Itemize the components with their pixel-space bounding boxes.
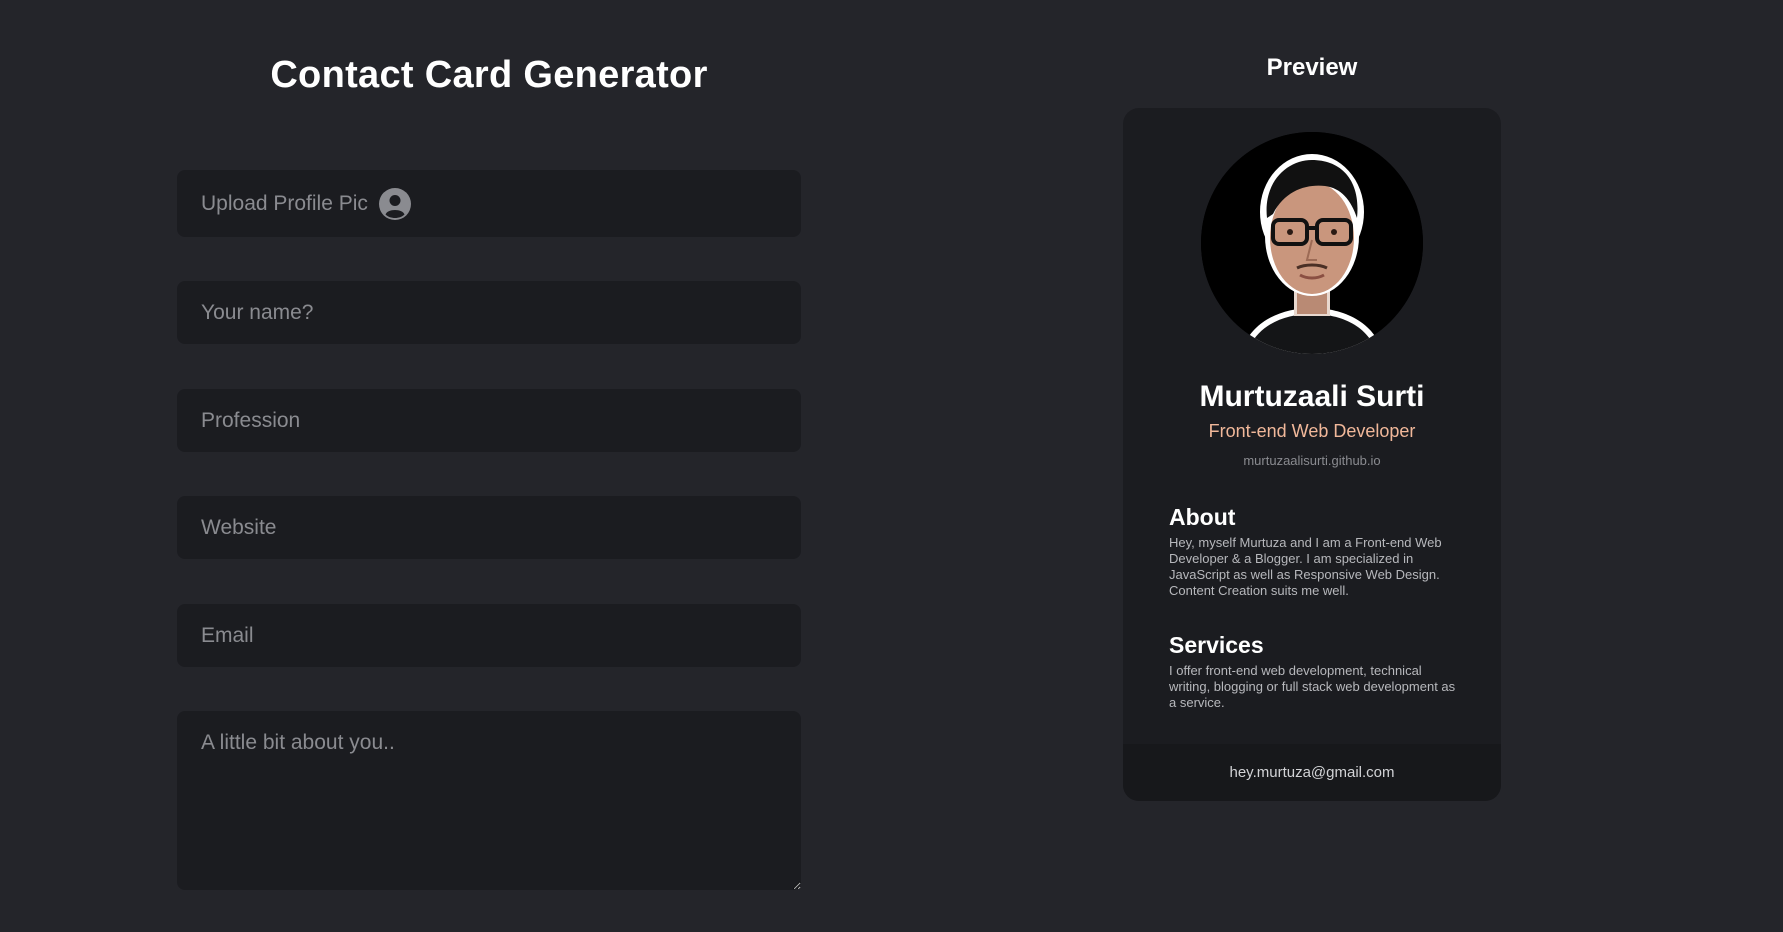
email-input[interactable]: [177, 604, 801, 667]
card-email-footer: hey.murtuza@gmail.com: [1123, 744, 1501, 801]
card-profession: Front-end Web Developer: [1208, 421, 1416, 441]
services-heading: Services: [1169, 632, 1264, 658]
contact-card-preview: Murtuzaali Surti Front-end Web Developer…: [1123, 108, 1501, 801]
about-text: Hey, myself Murtuza and I am a Front-end…: [1169, 535, 1442, 598]
about-textarea[interactable]: [177, 711, 801, 890]
upload-profile-pic-button[interactable]: Upload Profile Pic: [177, 170, 801, 237]
user-circle-icon: [378, 187, 411, 220]
services-text: I offer front-end web development, techn…: [1169, 663, 1456, 710]
preview-title: Preview: [1266, 54, 1358, 81]
card-email-link[interactable]: hey.murtuza@gmail.com: [1230, 764, 1395, 781]
card-website-link[interactable]: murtuzaalisurti.github.io: [1123, 453, 1501, 468]
website-input[interactable]: [177, 496, 801, 559]
avatar: [1201, 132, 1423, 354]
name-input[interactable]: [177, 281, 801, 344]
card-name: Murtuzaali Surti: [1199, 380, 1425, 413]
upload-profile-pic-label: Upload Profile Pic: [201, 191, 368, 215]
page-title: Contact Card Generator: [270, 54, 708, 96]
profession-input[interactable]: [177, 389, 801, 452]
about-heading: About: [1169, 504, 1236, 530]
